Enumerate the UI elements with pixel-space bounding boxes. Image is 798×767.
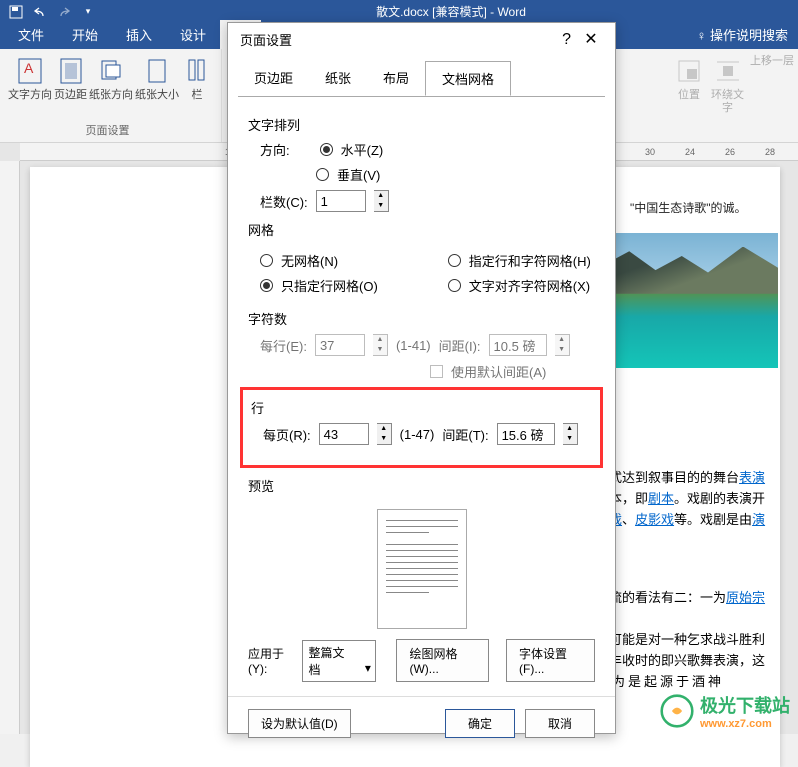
radio-no-grid[interactable] xyxy=(260,254,273,267)
position-icon xyxy=(673,55,705,87)
grid-label: 网格 xyxy=(248,220,595,239)
link-script[interactable]: 剧本 xyxy=(648,491,674,506)
vertical-ruler xyxy=(0,161,20,734)
text-direction-button[interactable]: A 文字方向 xyxy=(8,55,52,102)
dialog-tab-layout[interactable]: 布局 xyxy=(367,61,425,96)
dialog-tab-paper[interactable]: 纸张 xyxy=(309,61,367,96)
radio-lines-only[interactable] xyxy=(260,279,273,292)
char-spacing-input[interactable]: 10.5 磅 xyxy=(489,334,547,356)
send-backward-button[interactable]: 上移一层 xyxy=(750,55,794,115)
tab-insert[interactable]: 插入 xyxy=(112,20,166,49)
save-icon[interactable] xyxy=(8,4,24,20)
dialog-title: 页面设置 xyxy=(240,30,292,49)
undo-icon[interactable] xyxy=(32,4,48,20)
lines-highlight-box: 行 每页(R): 43 ▲▼ (1-47) 间距(T): 15.6 磅 ▲▼ xyxy=(240,387,603,468)
site-logo: 极光下载站 www.xz7.com xyxy=(660,692,790,730)
tab-home[interactable]: 开始 xyxy=(58,20,112,49)
dialog-tab-margins[interactable]: 页边距 xyxy=(238,61,309,96)
lines-spin-up[interactable]: ▲ xyxy=(377,424,391,434)
orientation-button[interactable]: 纸张方向 xyxy=(89,55,133,102)
size-button[interactable]: 纸张大小 xyxy=(135,55,179,102)
preview-box xyxy=(377,509,467,629)
text-direction-icon: A xyxy=(14,55,46,87)
margins-icon xyxy=(55,55,87,87)
lines-per-page-input[interactable]: 43 xyxy=(319,423,369,445)
wrap-text-icon xyxy=(712,55,744,87)
chars-label: 字符数 xyxy=(248,309,595,328)
tab-design[interactable]: 设计 xyxy=(166,20,220,49)
help-button[interactable]: ? xyxy=(562,31,571,49)
position-button[interactable]: 位置 xyxy=(673,55,705,115)
link-performance[interactable]: 表演 xyxy=(739,470,765,485)
columns-button[interactable]: 栏 xyxy=(181,55,213,102)
apply-to-select[interactable]: 整篇文档 xyxy=(302,640,376,682)
close-button[interactable]: ✕ xyxy=(575,27,607,51)
radio-horizontal[interactable] xyxy=(320,143,333,156)
preview-label: 预览 xyxy=(248,476,595,495)
columns-label: 栏数(C): xyxy=(260,192,308,211)
radio-align-chars[interactable] xyxy=(448,279,461,292)
link-shadow[interactable]: 皮影戏 xyxy=(635,512,674,527)
page-setup-dialog: 页面设置 ? ✕ 页边距 纸张 布局 文档网格 文字排列 方向: 水平(Z) 垂… xyxy=(227,22,616,734)
redo-icon[interactable] xyxy=(56,4,72,20)
radio-vertical[interactable] xyxy=(316,168,329,181)
wrap-text-button[interactable]: 环绕文 字 xyxy=(711,55,744,115)
margins-button[interactable]: 页边距 xyxy=(54,55,87,102)
qat-dropdown-icon[interactable]: ▾ xyxy=(80,4,96,20)
window-title: 散文.docx [兼容模式] - Word xyxy=(104,3,798,20)
chars-per-line-input[interactable]: 37 xyxy=(315,334,365,356)
orientation-icon xyxy=(95,55,127,87)
link-actor[interactable]: 演 xyxy=(752,512,765,527)
tell-me-search[interactable]: ♀ 操作说明搜索 xyxy=(687,20,798,49)
line-spacing-input[interactable]: 15.6 磅 xyxy=(497,423,555,445)
columns-icon xyxy=(181,55,213,87)
apply-to-label: 应用于(Y): xyxy=(248,645,296,676)
size-icon xyxy=(141,55,173,87)
columns-input[interactable]: 1 xyxy=(316,190,366,212)
landscape-image xyxy=(603,233,778,368)
dialog-tab-grid[interactable]: 文档网格 xyxy=(425,61,511,96)
columns-spin-down[interactable]: ▼ xyxy=(374,201,388,211)
direction-label: 方向: xyxy=(260,140,290,159)
svg-text:A: A xyxy=(24,60,34,76)
group-page-setup-label: 页面设置 xyxy=(40,122,175,140)
radio-lines-chars[interactable] xyxy=(448,254,461,267)
lines-spin-down[interactable]: ▼ xyxy=(377,434,391,444)
default-spacing-checkbox[interactable] xyxy=(430,365,443,378)
tab-file[interactable]: 文件 xyxy=(4,20,58,49)
draw-grid-button[interactable]: 绘图网格(W)... xyxy=(396,639,488,682)
lines-label: 行 xyxy=(251,398,592,417)
columns-spin-up[interactable]: ▲ xyxy=(374,191,388,201)
font-settings-button[interactable]: 字体设置(F)... xyxy=(506,639,595,682)
text-arrangement-label: 文字排列 xyxy=(248,115,595,134)
